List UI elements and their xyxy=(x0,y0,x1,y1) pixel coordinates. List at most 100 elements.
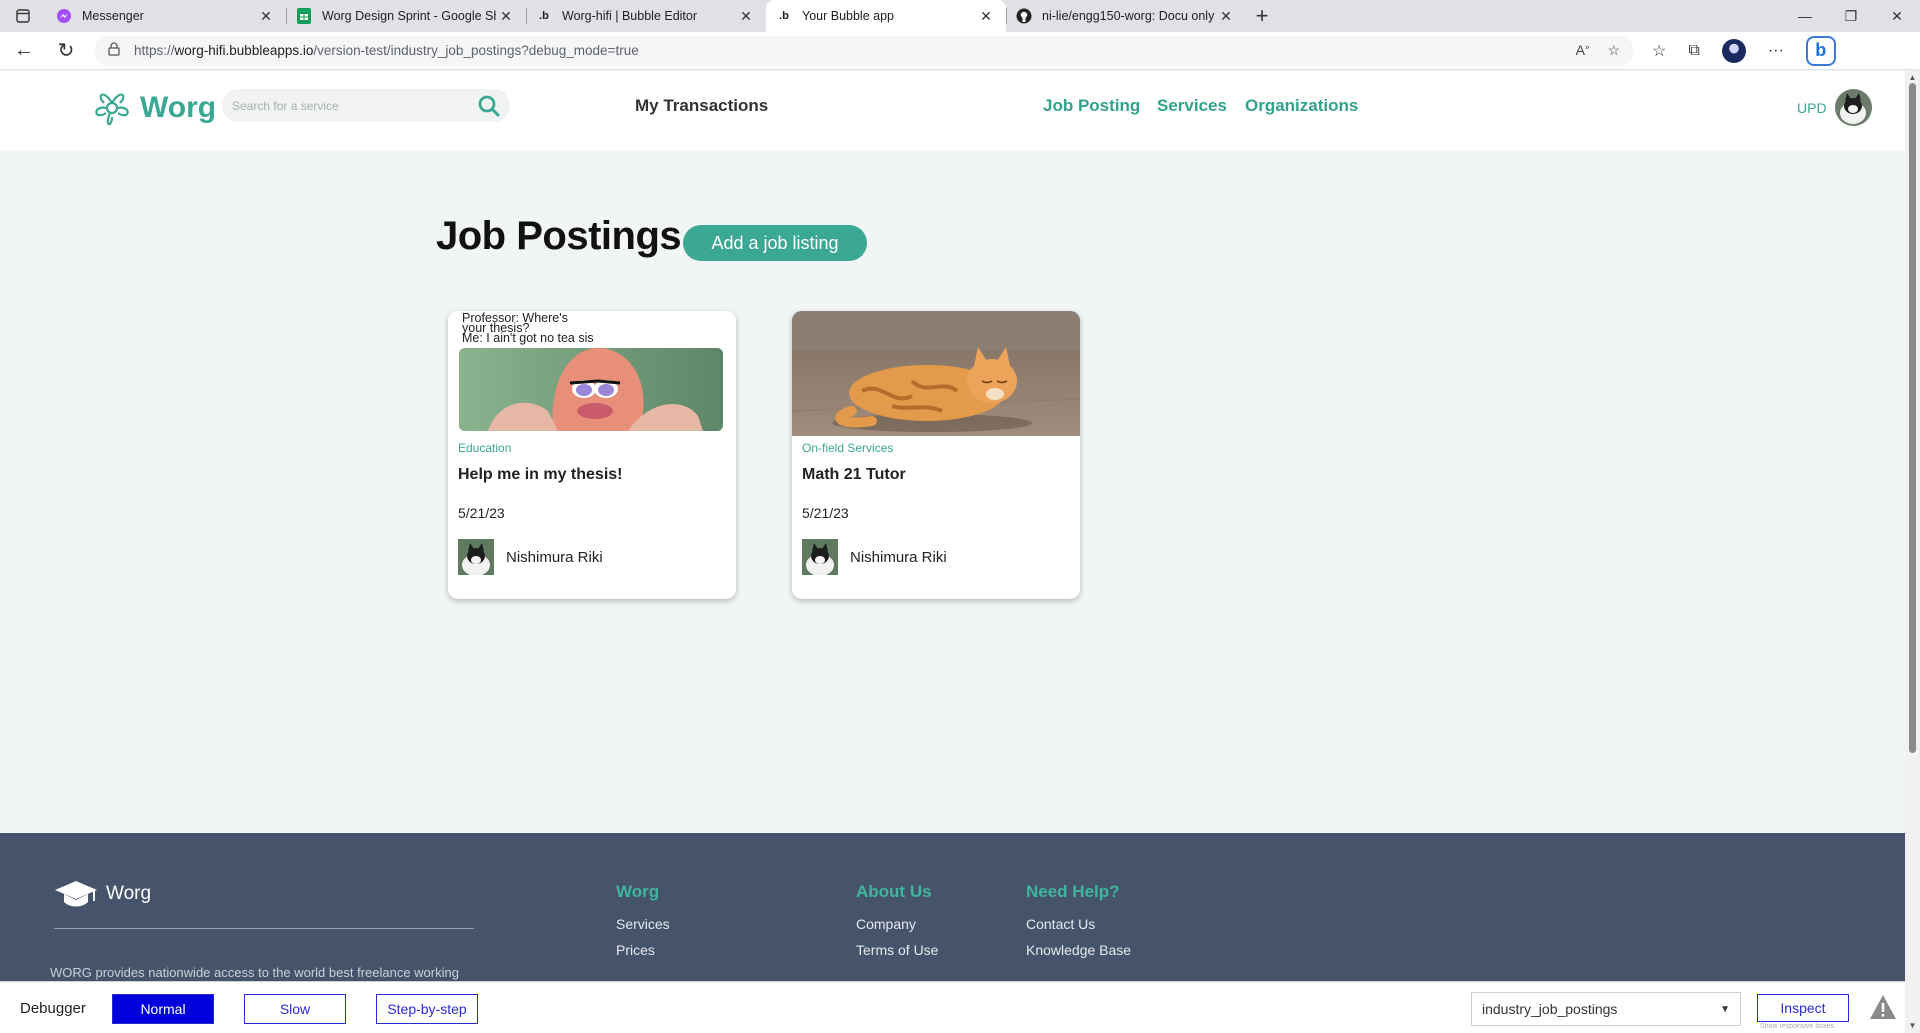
tab-bubble-editor[interactable]: .b Worg-hifi | Bubble Editor ✕ xyxy=(526,0,766,32)
responsive-boxes-hint[interactable]: Show responsive boxes xyxy=(1760,1023,1834,1030)
tab-messenger[interactable]: Messenger ✕ xyxy=(46,0,286,32)
url-field[interactable]: https://worg-hifi.bubbleapps.io/version-… xyxy=(94,35,1634,66)
job-author: Nishimura Riki xyxy=(458,539,603,575)
footer-link-company[interactable]: Company xyxy=(856,916,938,932)
scrollbar-thumb[interactable] xyxy=(1909,83,1916,753)
warning-icon[interactable] xyxy=(1868,992,1898,1022)
footer-heading: About Us xyxy=(856,882,932,901)
page-select-value: industry_job_postings xyxy=(1482,1001,1618,1017)
scroll-up-arrow-icon[interactable]: ▲ xyxy=(1907,73,1918,82)
footer-brand: Worg xyxy=(106,883,152,904)
profile-avatar[interactable] xyxy=(1721,38,1746,63)
job-card[interactable]: Professor: Where's your thesis? Me: I ai… xyxy=(448,311,736,599)
tab-title: Your Bubble app xyxy=(802,9,894,23)
job-category: Education xyxy=(458,441,512,455)
site-footer: Worg WORG provides nationwide access to … xyxy=(0,833,1905,981)
footer-column-worg: Worg Services Prices xyxy=(616,882,670,968)
tab-actions-icon[interactable] xyxy=(0,0,46,32)
page-select-dropdown[interactable]: industry_job_postings ▼ xyxy=(1471,992,1741,1026)
scroll-down-arrow-icon[interactable]: ▼ xyxy=(1907,1021,1918,1030)
debug-mode-slow-button[interactable]: Slow xyxy=(244,994,346,1024)
footer-divider xyxy=(54,928,474,929)
restore-icon[interactable]: ❐ xyxy=(1828,0,1874,32)
job-title[interactable]: Math 21 Tutor xyxy=(802,466,906,484)
url-prefix: https:// xyxy=(134,43,175,58)
minimize-icon[interactable]: — xyxy=(1782,0,1828,32)
collections-icon[interactable]: ⧉ xyxy=(1688,42,1699,60)
favorites-icon[interactable]: ☆ xyxy=(1652,41,1666,61)
author-avatar xyxy=(802,539,838,575)
url-path: /version-test/industry_job_postings?debu… xyxy=(313,43,639,58)
window-controls: — ❐ ✕ xyxy=(1782,0,1920,32)
reload-icon[interactable]: ↻ xyxy=(48,33,84,69)
page-scrollbar[interactable]: ▲ ▼ xyxy=(1905,71,1920,1033)
footer-link-knowledge-base[interactable]: Knowledge Base xyxy=(1026,942,1131,958)
service-search xyxy=(222,89,510,122)
close-window-icon[interactable]: ✕ xyxy=(1874,0,1920,32)
browser-toolbar: ☆ ⧉ ··· b xyxy=(1652,35,1836,66)
graduation-cap-icon xyxy=(55,881,97,907)
bubble-icon: .b xyxy=(779,10,789,22)
add-job-listing-button[interactable]: Add a job listing xyxy=(683,225,867,261)
job-category: On-field Services xyxy=(802,441,894,455)
tab-your-bubble-app[interactable]: .b Your Bubble app ✕ xyxy=(766,0,1006,32)
job-title[interactable]: Help me in my thesis! xyxy=(458,466,623,484)
user-avatar[interactable] xyxy=(1834,89,1872,126)
job-author: Nishimura Riki xyxy=(802,539,947,575)
worg-logo-icon xyxy=(95,93,129,126)
author-name: Nishimura Riki xyxy=(850,548,947,566)
tab-title: Worg Design Sprint - Google Sheets xyxy=(322,9,496,23)
close-icon[interactable]: ✕ xyxy=(976,8,996,25)
debug-mode-step-button[interactable]: Step-by-step xyxy=(376,994,478,1024)
add-favorite-icon[interactable]: ☆ xyxy=(1607,42,1620,59)
job-date: 5/21/23 xyxy=(458,505,505,521)
close-icon[interactable]: ✕ xyxy=(1216,8,1236,25)
footer-link-terms[interactable]: Terms of Use xyxy=(856,942,938,958)
user-menu[interactable]: UPD xyxy=(1797,89,1872,126)
footer-link-prices[interactable]: Prices xyxy=(616,942,670,958)
tab-title: Messenger xyxy=(82,9,144,23)
tab-title: Worg-hifi | Bubble Editor xyxy=(562,9,698,23)
tab-google-sheets[interactable]: Worg Design Sprint - Google Sheets ✕ xyxy=(286,0,526,32)
footer-link-contact[interactable]: Contact Us xyxy=(1026,916,1131,932)
more-menu-icon[interactable]: ··· xyxy=(1768,42,1784,60)
footer-column-help: Need Help? Contact Us Knowledge Base xyxy=(1026,882,1131,968)
nav-job-posting[interactable]: Job Posting xyxy=(1043,96,1140,116)
meme-caption-line3: Me: I ain't got no tea sis xyxy=(462,331,594,345)
search-icon[interactable] xyxy=(478,95,500,117)
footer-description: WORG provides nationwide access to the w… xyxy=(50,965,459,980)
job-card-image: Professor: Where's your thesis? Me: I ai… xyxy=(448,311,736,436)
footer-link-services[interactable]: Services xyxy=(616,916,670,932)
new-tab-plus-icon[interactable]: + xyxy=(1246,0,1278,32)
footer-heading: Need Help? xyxy=(1026,882,1120,901)
url-host: worg-hifi.bubbleapps.io xyxy=(174,43,314,58)
site-logo[interactable]: Worg xyxy=(90,87,216,129)
close-icon[interactable]: ✕ xyxy=(256,8,276,25)
debug-mode-normal-button[interactable]: Normal xyxy=(112,994,214,1024)
job-card-image xyxy=(792,311,1080,436)
browser-tab-strip: Messenger ✕ Worg Design Sprint - Google … xyxy=(0,0,1920,32)
author-name: Nishimura Riki xyxy=(506,548,603,566)
page-title: Job Postings xyxy=(436,214,682,258)
bubble-icon: .b xyxy=(539,10,549,22)
search-input[interactable] xyxy=(232,98,478,113)
tab-github[interactable]: ni-lie/engg150-worg: Docu only ✕ xyxy=(1006,0,1246,32)
back-arrow-icon[interactable]: ← xyxy=(6,33,42,69)
debugger-bar: Debugger Normal Slow Step-by-step indust… xyxy=(0,981,1905,1033)
nav-services[interactable]: Services xyxy=(1157,96,1227,116)
inspect-button[interactable]: Inspect xyxy=(1757,994,1849,1022)
footer-heading: Worg xyxy=(616,882,660,901)
nav-my-transactions[interactable]: My Transactions xyxy=(635,96,768,116)
address-bar-row: ← ↻ https://worg-hifi.bubbleapps.io/vers… xyxy=(0,32,1920,70)
debugger-label: Debugger xyxy=(20,1000,86,1017)
github-icon xyxy=(1016,8,1032,24)
footer-logo[interactable]: Worg xyxy=(54,879,151,909)
close-icon[interactable]: ✕ xyxy=(496,8,516,25)
omnibox-actions: A» ☆ xyxy=(1576,42,1620,59)
close-icon[interactable]: ✕ xyxy=(736,8,756,25)
bing-copilot-icon[interactable]: b xyxy=(1805,35,1836,66)
read-aloud-icon[interactable]: A» xyxy=(1576,42,1590,59)
nav-organizations[interactable]: Organizations xyxy=(1245,96,1358,116)
app-viewport: Worg My Transactions Job Posting Service… xyxy=(0,71,1905,981)
job-card[interactable]: On-field Services Math 21 Tutor 5/21/23 … xyxy=(792,311,1080,599)
